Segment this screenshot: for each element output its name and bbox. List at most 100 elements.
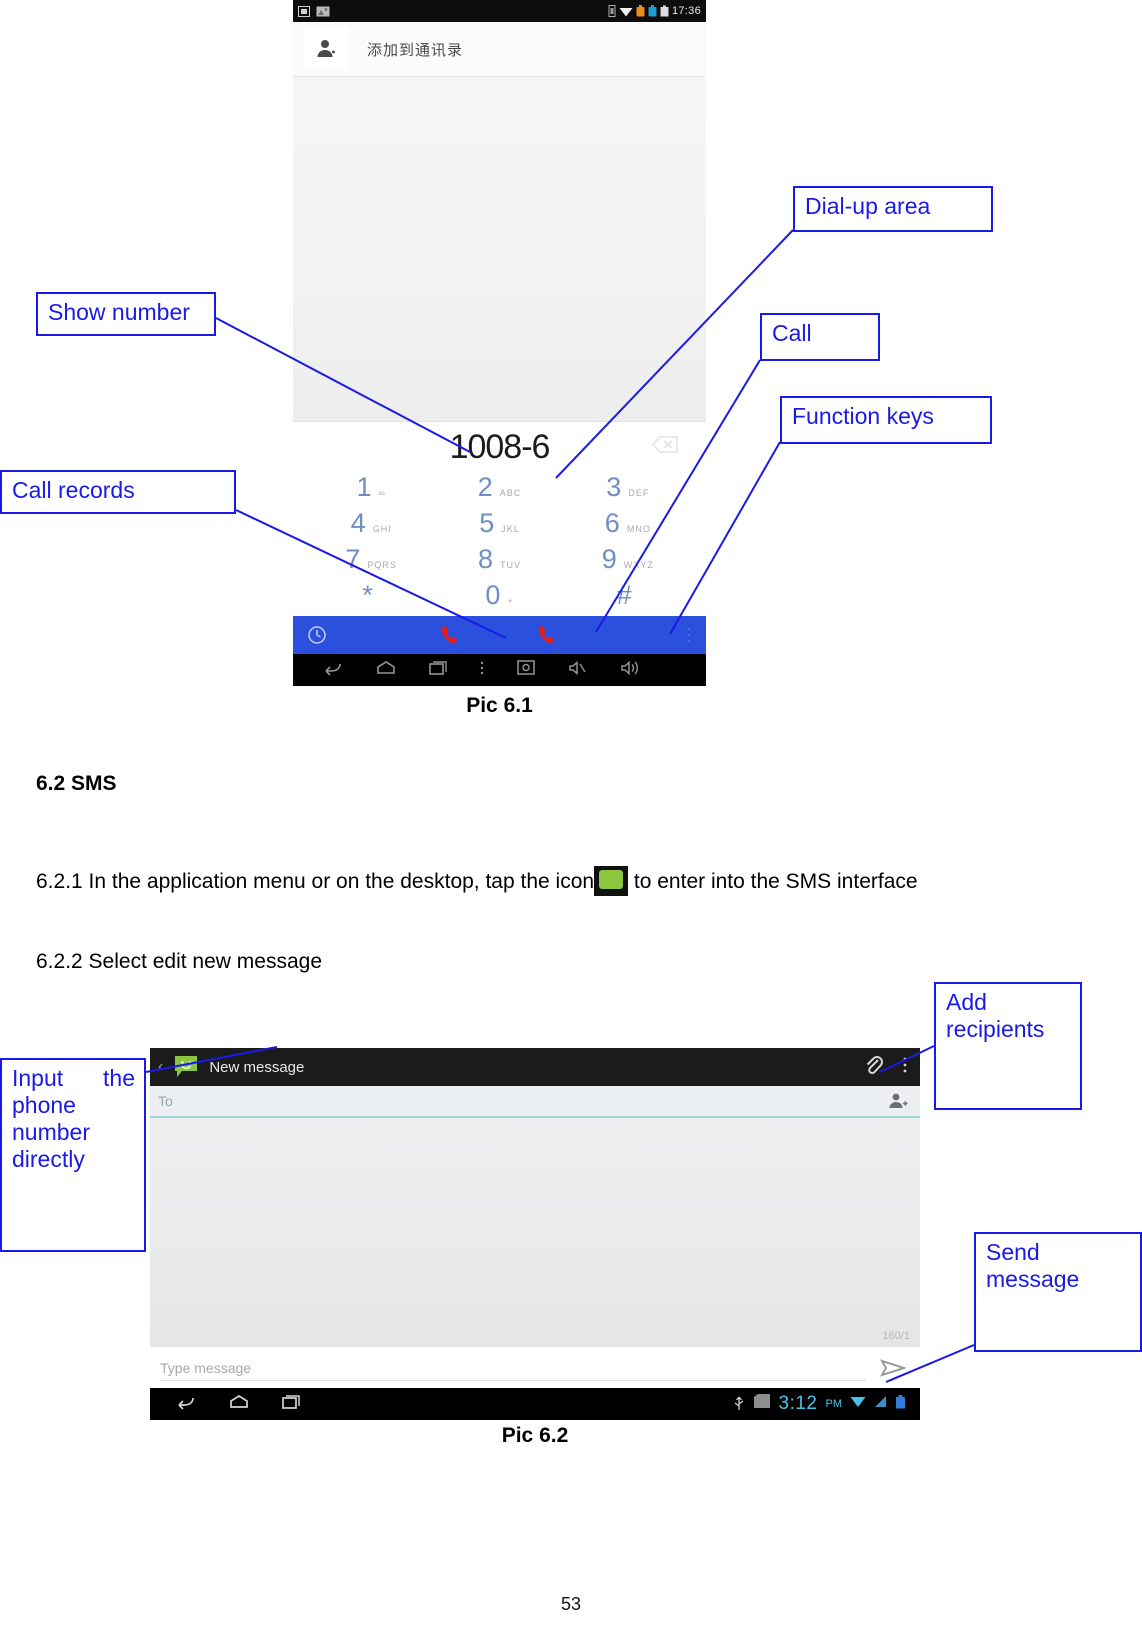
key-5[interactable]: 5 JKL [435,508,563,544]
callout-call: Call [760,313,880,361]
key-0[interactable]: 0 + [435,580,563,616]
key-8[interactable]: 8 TUV [435,544,563,580]
dialer-empty-area [293,77,706,422]
callout-label: Input the phone number directly [12,1065,135,1173]
sms-to-input[interactable] [181,1086,876,1116]
screenshot-icon[interactable] [515,659,537,681]
sdcard-icon [753,1394,771,1414]
overflow-menu-icon[interactable] [902,1055,908,1080]
usb-icon [733,1393,745,1416]
key-digit: * [362,580,373,610]
paperclip-icon[interactable] [862,1054,884,1081]
callout-label: Add recipients [946,989,1045,1043]
send-message-button[interactable] [876,1357,910,1379]
status-bar-right-icons: 17:36 [608,5,701,17]
key-sub: ABC [499,488,522,498]
sms-message-input[interactable]: Type message [160,1355,866,1381]
add-to-contacts-label: 添加到通讯录 [367,41,464,59]
wifi-icon [850,1395,866,1413]
dialed-number-display: 1008-6 [293,422,706,472]
callout-label: Call records [12,477,135,503]
add-recipient-button[interactable] [884,1091,912,1111]
status-bar-left-icons [298,5,330,17]
key-digit: 5 [479,508,495,538]
back-icon[interactable] [176,1394,198,1415]
heading-6-2-sms: 6.2 SMS [36,772,117,795]
sms-status-icons: 3:12 PM [733,1393,906,1416]
key-2[interactable]: 2 ABC [435,472,563,508]
keypad-row: 1 ∞ 2 ABC 3 DEF [307,472,692,508]
key-3[interactable]: 3 DEF [564,472,692,508]
key-hash[interactable]: # [564,580,692,616]
key-9[interactable]: 9 WXYZ [564,544,692,580]
home-icon[interactable] [228,1394,250,1415]
callout-add-recipients: Add recipients [934,982,1082,1110]
callout-label: Send message [986,1239,1080,1293]
key-digit: 2 [477,472,493,502]
status-bar-time: 17:36 [671,5,701,17]
key-digit: 1 [356,472,372,502]
callout-label: Dial-up area [805,193,931,219]
recents-icon[interactable] [280,1394,302,1415]
paragraph-6-2-2: 6.2.2 Select edit new message [36,950,323,973]
sim-icon [608,5,616,17]
sms-app-icon [173,1055,199,1079]
screenshot-icon [298,5,310,17]
dialer-keypad[interactable]: 1 ∞ 2 ABC 3 DEF 4 GHI 5 JKL 6 MNO 7 PQRS 8 TUV 9… [293,472,706,616]
phone-call-icon [442,623,462,644]
overflow-menu-icon [687,627,691,643]
clock-icon [308,626,326,644]
sms-screenshot: ‹ New message To 160/1 Type message 3:12… [150,1048,920,1420]
sms-clock-time: 3:12 [778,1393,818,1414]
status-bar: 17:36 [293,0,706,22]
call-records-button[interactable] [307,625,403,645]
key-sub: WXYZ [623,560,654,570]
sms-to-row[interactable]: To [150,1086,920,1118]
phone-call-icon [538,623,559,644]
callout-show-number: Show number [36,292,216,336]
call-button-sim1[interactable] [403,623,499,647]
dialer-overflow-button[interactable] [596,625,692,645]
sms-character-counter: 160/1 [882,1330,910,1342]
key-digit: 4 [350,508,366,538]
callout-input-phone-number: Input the phone number directly [0,1058,146,1252]
dialer-screenshot: 17:36 添加到通讯录 1008-6 1 ∞ 2 ABC 3 DEF 4 GHI 5J… [293,0,706,692]
paragraph-6-2-1: 6.2.1 In the application menu or on the … [36,866,1036,896]
callout-function-keys: Function keys [780,396,992,444]
keypad-row: 7 PQRS 8 TUV 9 WXYZ [307,544,692,580]
sms-title-bar-actions [862,1054,908,1081]
sms-app-icon [594,866,629,896]
paragraph-6-2-1-before: 6.2.1 In the application menu or on the … [36,870,595,893]
key-6[interactable]: 6 MNO [564,508,692,544]
key-sub: GHI [372,524,392,534]
call-button-sim2[interactable] [500,623,596,647]
key-digit: 8 [477,544,493,574]
key-1[interactable]: 1 ∞ [307,472,435,508]
key-sub: + [507,596,514,606]
key-digit: 3 [606,472,622,502]
sms-title-label: New message [209,1058,305,1076]
key-sub: TUV [500,560,521,570]
key-7[interactable]: 7 PQRS [307,544,435,580]
caption-pic-6-1: Pic 6.1 [466,694,533,717]
key-sub: PQRS [367,560,397,570]
back-chevron-icon[interactable]: ‹ [158,1058,163,1076]
system-navigation-bar [293,654,706,686]
back-icon[interactable] [323,660,345,681]
overflow-menu-icon[interactable] [479,660,485,681]
system-navigation-bar: 3:12 PM [150,1388,920,1420]
key-star[interactable]: * [307,580,435,616]
backspace-icon[interactable] [651,436,678,458]
volume-up-icon[interactable] [619,660,641,681]
volume-down-icon[interactable] [567,660,589,681]
add-to-contacts-row[interactable]: 添加到通讯录 [293,22,706,77]
recents-icon[interactable] [427,660,449,681]
key-4[interactable]: 4 GHI [307,508,435,544]
dialer-action-bar [293,616,706,654]
home-icon[interactable] [375,660,397,681]
callout-call-records: Call records [0,470,236,514]
sms-to-placeholder: To [158,1093,173,1109]
key-sub: MNO [626,524,651,534]
battery-icon [660,5,669,17]
dialed-number-text: 1008-6 [449,427,551,466]
